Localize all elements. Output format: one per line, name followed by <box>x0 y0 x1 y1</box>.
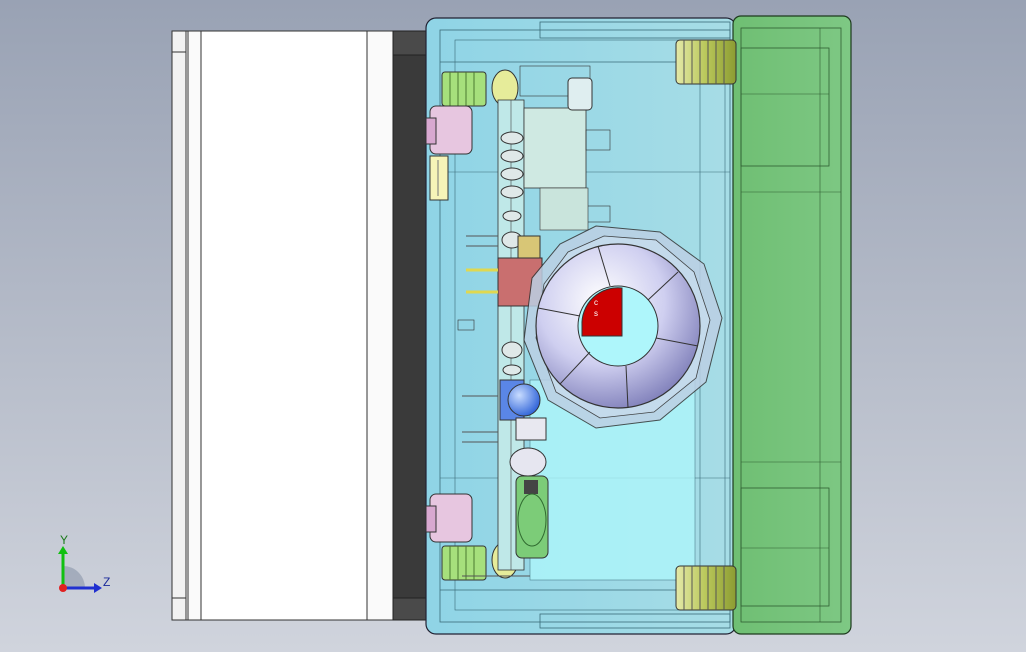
svg-text:s: s <box>594 309 598 318</box>
z-axis-label: Z <box>103 575 110 589</box>
cad-viewport[interactable]: c s Y Z <box>0 0 1026 652</box>
connector-top[interactable] <box>425 105 473 155</box>
y-axis-label: Y <box>60 533 68 547</box>
capacitor[interactable] <box>515 475 549 559</box>
axis-triad: Y Z <box>58 533 110 593</box>
pin-row-upper <box>429 155 449 201</box>
mounting-bracket[interactable] <box>171 30 397 621</box>
connector-bottom[interactable] <box>425 493 473 543</box>
x-axis-icon <box>59 584 67 592</box>
threaded-insert-bottom[interactable] <box>675 565 737 611</box>
back-plate[interactable] <box>392 30 432 621</box>
assembly-model-view[interactable]: c s Y Z <box>0 0 1026 652</box>
svg-text:c: c <box>594 298 598 307</box>
green-cover[interactable] <box>732 15 852 635</box>
threaded-insert-top[interactable] <box>675 39 737 85</box>
